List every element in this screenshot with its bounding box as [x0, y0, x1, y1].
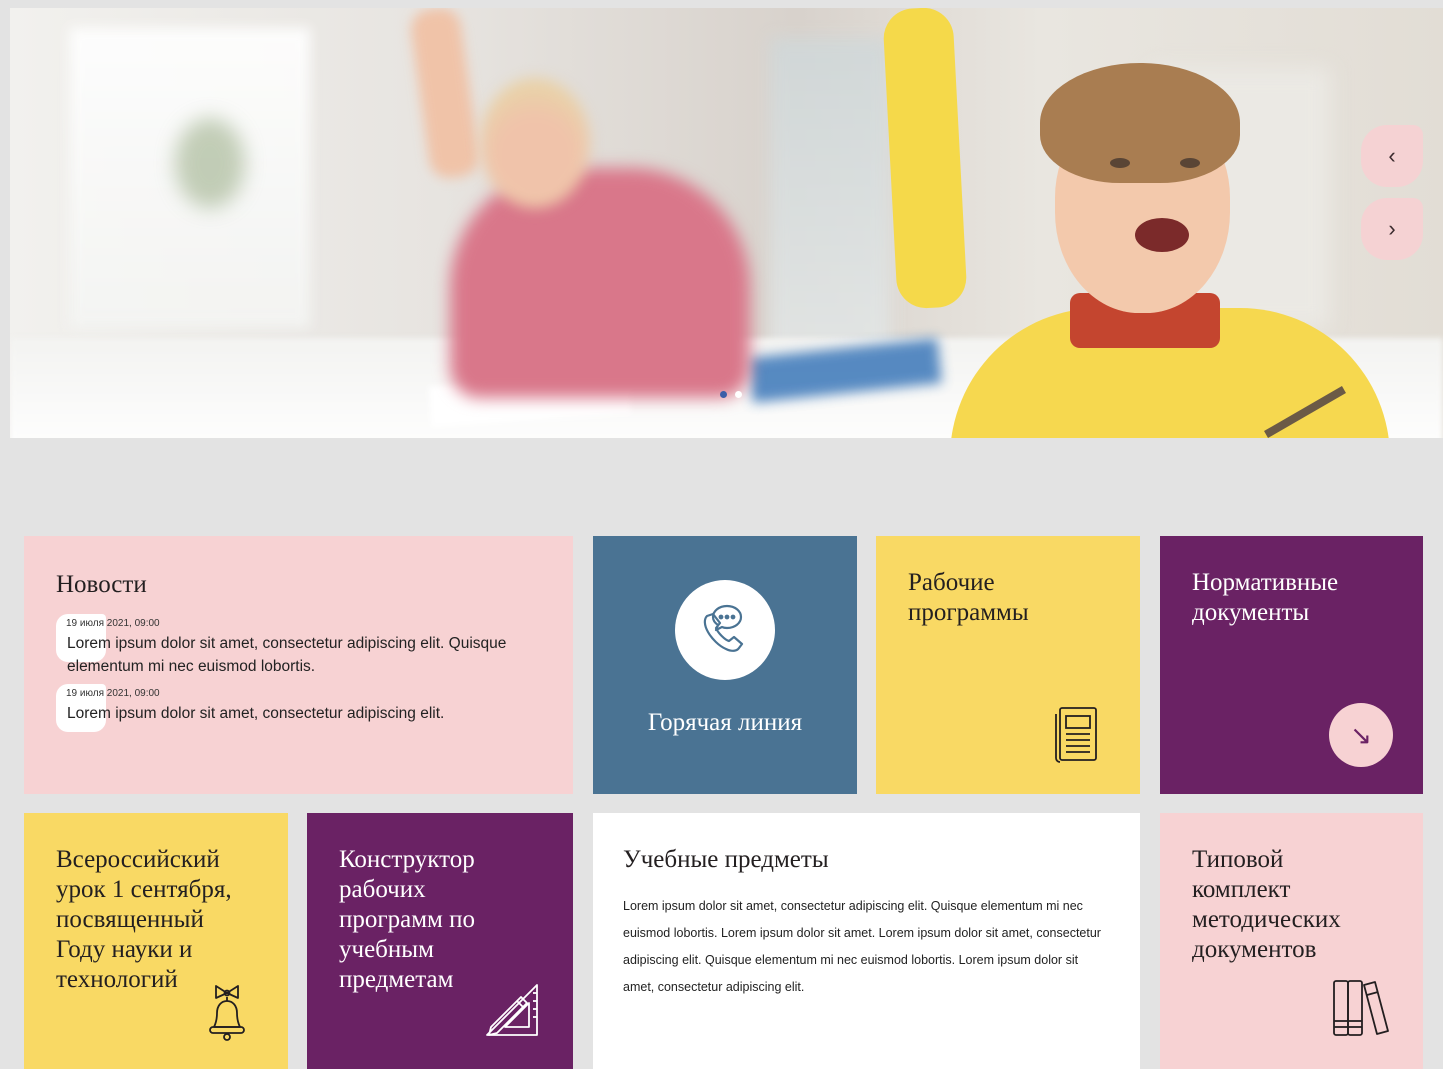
subjects-title: Учебные предметы	[623, 846, 829, 873]
carousel-next-button[interactable]: ›	[1361, 198, 1423, 260]
phone-chat-icon	[675, 580, 775, 680]
news-tile[interactable]: Новости 19 июля 2021, 09:00 Lorem ipsum …	[24, 536, 573, 794]
constructor-tile[interactable]: Конструктор рабочих программ по учебным …	[307, 813, 573, 1069]
news-item[interactable]: 19 июля 2021, 09:00 Lorem ipsum dolor si…	[56, 684, 541, 732]
normative-docs-tile[interactable]: Нормативные документы ↘	[1160, 536, 1423, 794]
hero-bg-shelf	[770, 38, 890, 388]
hero-boy-eye	[1180, 158, 1200, 168]
hero-girl-arm	[408, 8, 482, 181]
news-item[interactable]: 19 июля 2021, 09:00 Lorem ipsum dolor si…	[56, 614, 541, 678]
hotline-tile[interactable]: Горячая линия	[593, 536, 857, 794]
methodical-kit-tile[interactable]: Типовой комплект методических документов	[1160, 813, 1423, 1069]
news-text[interactable]: Lorem ipsum dolor sit amet, consectetur …	[67, 702, 541, 725]
hero-girl-head	[480, 78, 590, 208]
subjects-tile[interactable]: Учебные предметы Lorem ipsum dolor sit a…	[593, 813, 1140, 1069]
hero-boy-arm	[882, 8, 968, 310]
carousel-dot[interactable]	[720, 391, 727, 398]
hero-banner	[10, 8, 1443, 438]
normative-arrow: ↘	[1350, 719, 1372, 750]
work-programs-tile[interactable]: Рабочие программы	[876, 536, 1140, 794]
carousel-prev-button[interactable]: ‹	[1361, 125, 1423, 187]
methodical-kit-title: Типовой комплект методических документов	[1192, 846, 1341, 963]
normative-docs-title: Нормативные документы	[1192, 569, 1339, 626]
carousel-dot[interactable]	[735, 391, 742, 398]
news-title: Новости	[56, 571, 147, 598]
news-date: 19 июля 2021, 09:00	[66, 618, 160, 629]
carousel-dots	[720, 391, 742, 398]
subjects-text: Lorem ipsum dolor sit amet, consectetur …	[623, 899, 1101, 994]
news-date: 19 июля 2021, 09:00	[66, 688, 160, 699]
hero-girl	[450, 168, 750, 398]
arrow-down-right-icon[interactable]: ↘	[1329, 703, 1393, 767]
bell-icon	[209, 985, 245, 1041]
hotline-label: Горячая линия	[647, 709, 803, 736]
chevron-left-icon: ‹	[1388, 143, 1396, 168]
hero-boy-mouth	[1135, 218, 1189, 252]
constructor-title: Конструктор рабочих программ по учебным …	[339, 846, 475, 993]
chevron-right-icon: ›	[1388, 216, 1396, 241]
hero-boy-eye	[1110, 158, 1130, 168]
hero-bg-plant	[175, 118, 245, 208]
lesson-title: Всероссийский урок 1 сентября, посвященн…	[56, 846, 232, 993]
lesson-tile[interactable]: Всероссийский урок 1 сентября, посвященн…	[24, 813, 288, 1069]
news-text[interactable]: Lorem ipsum dolor sit amet, consectetur …	[67, 632, 541, 678]
work-programs-title: Рабочие программы	[908, 569, 1029, 626]
hero-boy-hair	[1040, 63, 1240, 183]
document-icon	[1055, 707, 1097, 763]
books-icon	[1333, 980, 1389, 1036]
ruler-triangle-icon	[486, 984, 538, 1036]
